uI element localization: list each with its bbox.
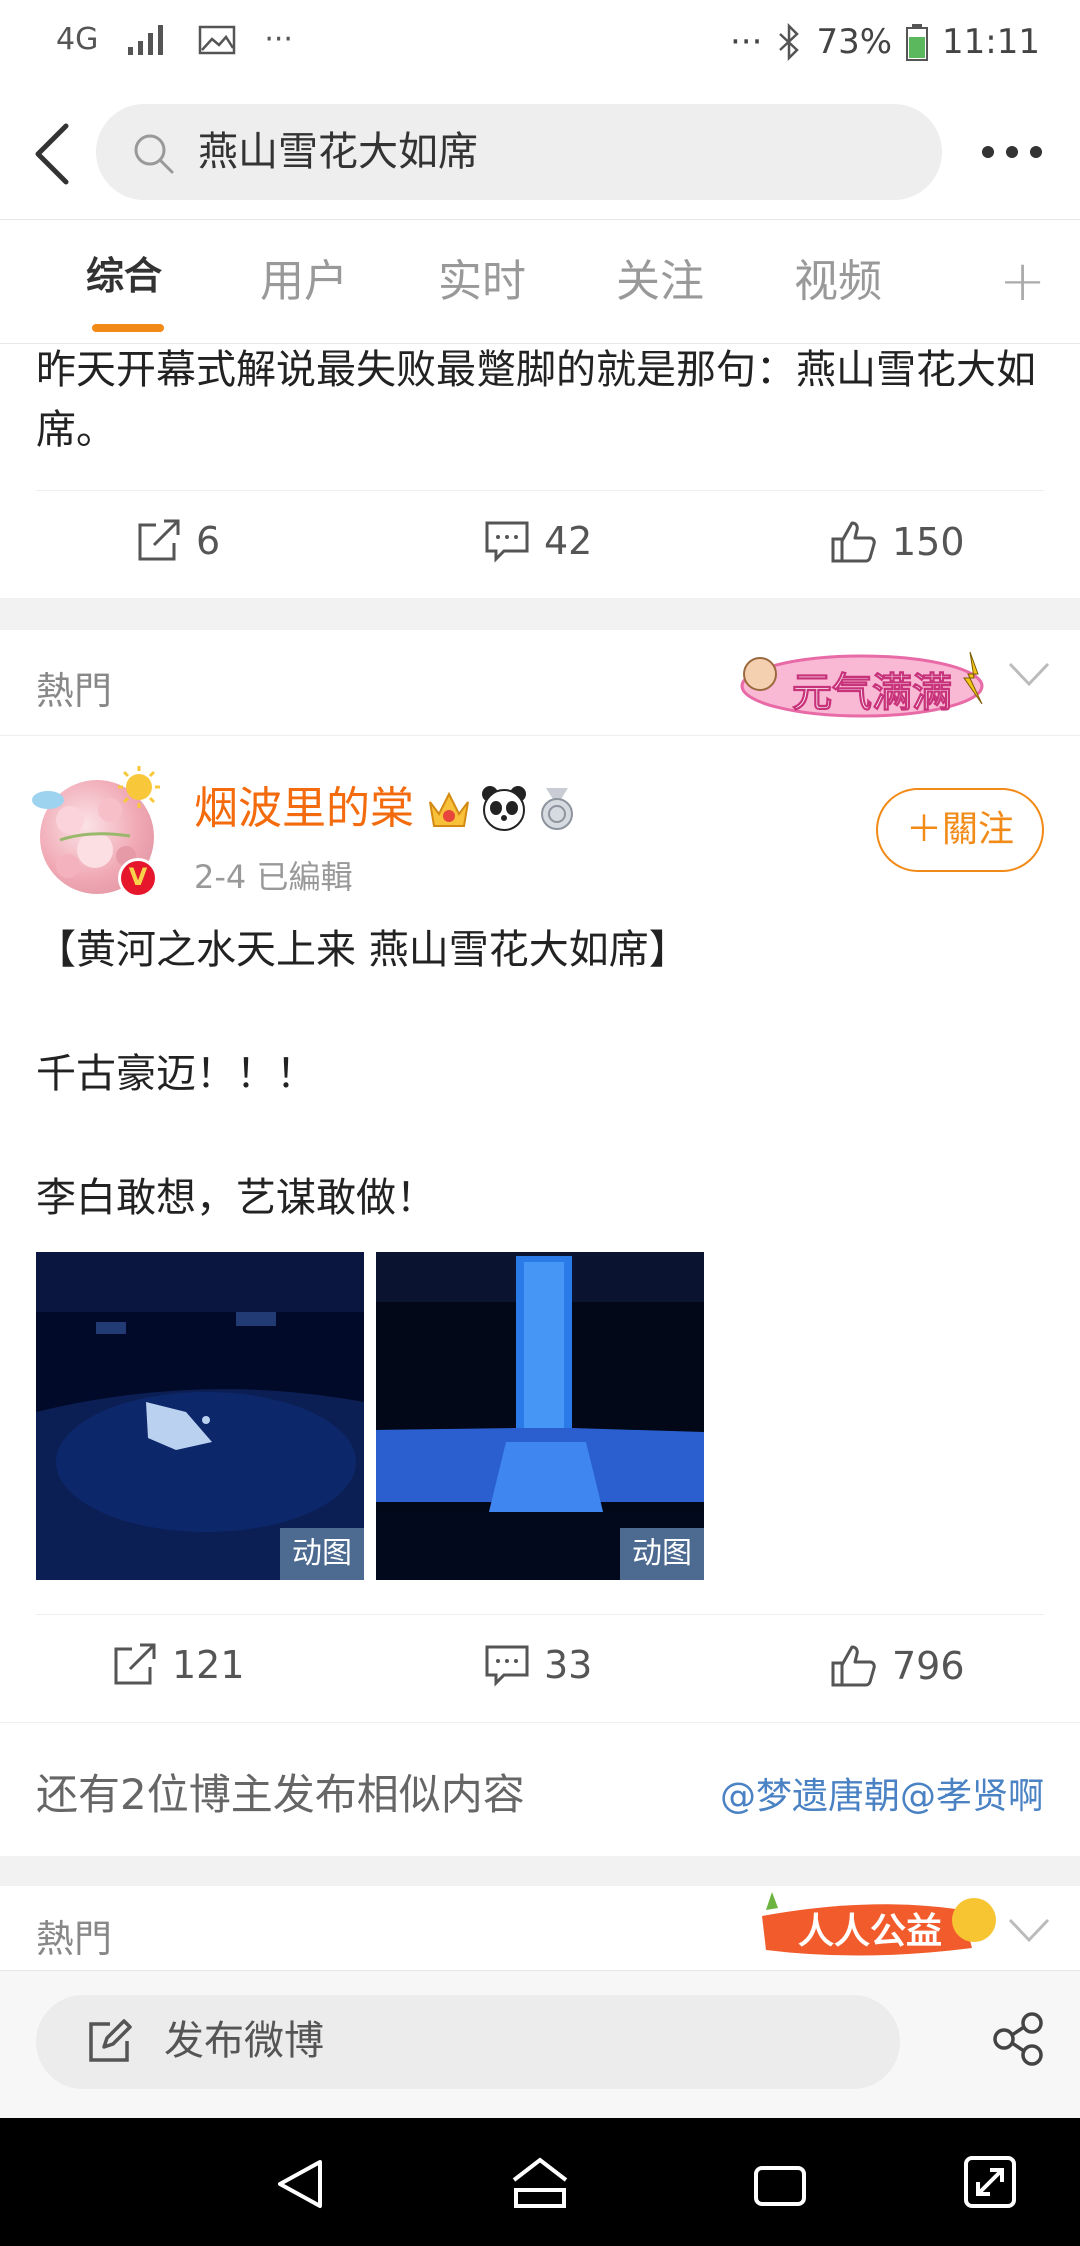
- home-icon: [512, 2157, 568, 2208]
- clock: 11:11: [942, 22, 1040, 62]
- post-image-2[interactable]: 动图: [376, 1252, 704, 1580]
- nav-expand-button[interactable]: [962, 2154, 1018, 2210]
- username[interactable]: 烟波里的棠: [194, 778, 414, 840]
- gif-label: 动图: [620, 1528, 704, 1580]
- hot-section-bar: 熱門 元气满满: [0, 630, 1080, 736]
- tab-realtime[interactable]: 实时: [438, 254, 526, 310]
- repost-icon: [114, 1643, 156, 1685]
- dot: [1006, 146, 1018, 158]
- network-indicator: 4G: [56, 22, 99, 57]
- hot-section-bar: 熱門 人人公益: [0, 1886, 1080, 1970]
- hot-badge-banner: 人人公益: [752, 1886, 1002, 1966]
- like-count: 796: [892, 1644, 965, 1688]
- comment-button[interactable]: 33: [484, 1643, 592, 1687]
- signal-icon: [126, 23, 170, 57]
- status-bar: 4G ··· ··· 73% 11:11: [0, 0, 1080, 90]
- panda-icon: [480, 784, 528, 832]
- comment-icon: [485, 1645, 529, 1687]
- search-icon: [132, 132, 176, 176]
- edit-icon: [86, 2019, 132, 2065]
- tab-users[interactable]: 用户: [260, 254, 348, 310]
- triangle-back-icon: [278, 2160, 322, 2208]
- crown-badge-icon: [426, 786, 472, 832]
- similar-posts-users[interactable]: @梦遗唐朝@孝贤啊: [720, 1767, 1044, 1819]
- post-image-1[interactable]: 动图: [36, 1252, 364, 1580]
- chevron-down-icon[interactable]: [1008, 1916, 1050, 1946]
- hot-badge-banner: 元气满满: [732, 644, 1002, 724]
- medal-icon: [536, 786, 578, 832]
- recents-icon: [754, 2166, 806, 2206]
- comment-count: 42: [544, 519, 593, 563]
- more-dots: ···: [264, 22, 293, 57]
- compose-input[interactable]: 发布微博: [36, 1995, 900, 2089]
- battery-percent: 73%: [816, 22, 893, 62]
- like-icon: [831, 1645, 876, 1687]
- battery-icon: [906, 23, 929, 61]
- hot-badge-text: 人人公益: [798, 1911, 943, 1952]
- comment-count: 33: [544, 1643, 593, 1687]
- post-meta: 2-4 已編輯: [194, 858, 353, 896]
- section-gap: [0, 1856, 1080, 1886]
- post-text-line1: 【黄河之水天上来 燕山雪花大如席】: [36, 927, 689, 973]
- share-icon: [993, 2012, 1043, 2066]
- hot-label: 熱門: [36, 669, 113, 713]
- similar-posts-text: 还有2位博主发布相似内容: [36, 1770, 525, 1819]
- tab-following[interactable]: 关注: [616, 254, 704, 310]
- back-arrow-icon: [35, 123, 69, 185]
- post-text: 昨天开幕式解说最失败最蹩脚的就是那句：燕山雪花大如席。: [36, 347, 1036, 453]
- comment-button[interactable]: 42: [484, 519, 592, 563]
- repost-count: 6: [196, 519, 221, 563]
- more-options-button[interactable]: [982, 146, 1042, 158]
- tab-video[interactable]: 视频: [794, 254, 882, 310]
- expand-icon: [964, 2156, 1016, 2208]
- hot-badge-text: 元气满满: [792, 670, 953, 717]
- bluetooth-icon: [776, 23, 802, 61]
- tab-bar: 综合 用户 实时 关注 视频 +: [0, 220, 1080, 344]
- post-text-line2: 千古豪迈！！！: [36, 1051, 316, 1097]
- search-header: 燕山雪花大如席: [0, 90, 1080, 220]
- comment-icon: [485, 521, 529, 563]
- like-button[interactable]: 150: [830, 519, 965, 565]
- active-tab-indicator: [92, 324, 164, 332]
- like-icon: [831, 521, 876, 563]
- nav-home-button[interactable]: [510, 2154, 570, 2210]
- system-nav-bar: [0, 2118, 1080, 2246]
- share-button[interactable]: [990, 2011, 1046, 2067]
- compose-bar: 发布微博: [0, 1970, 1080, 2118]
- verified-badge-icon: V: [118, 858, 158, 898]
- repost-button[interactable]: 6: [136, 519, 220, 563]
- dot: [982, 146, 994, 158]
- post-actions: 6 42 150: [36, 490, 1044, 600]
- add-tab-button[interactable]: +: [999, 254, 1046, 310]
- sun-icon: [116, 764, 162, 810]
- repost-count: 121: [172, 1643, 245, 1687]
- post-text-line3: 李白敢想，艺谋敢做！: [36, 1175, 436, 1221]
- post-actions: 121 33 796: [36, 1614, 1044, 1724]
- search-query: 燕山雪花大如席: [198, 129, 478, 175]
- more-dots: ···: [730, 22, 763, 62]
- compose-placeholder: 发布微博: [164, 2018, 324, 2064]
- similar-posts-bar[interactable]: 还有2位博主发布相似内容 @梦遗唐朝@孝贤啊: [0, 1722, 1080, 1856]
- back-button[interactable]: [24, 118, 94, 188]
- nav-recents-button[interactable]: [752, 2158, 808, 2210]
- tab-comprehensive[interactable]: 综合: [86, 248, 162, 304]
- gif-label: 动图: [280, 1528, 364, 1580]
- repost-icon: [138, 519, 180, 561]
- dot: [1030, 146, 1042, 158]
- nav-back-button[interactable]: [272, 2156, 328, 2212]
- follow-button[interactable]: ＋關注: [876, 788, 1044, 872]
- search-field[interactable]: 燕山雪花大如席: [96, 104, 942, 200]
- section-gap: [0, 598, 1080, 630]
- repost-button[interactable]: 121: [112, 1643, 245, 1687]
- chevron-down-icon[interactable]: [1008, 660, 1050, 690]
- like-count: 150: [892, 520, 965, 564]
- like-button[interactable]: 796: [830, 1643, 965, 1689]
- hot-label: 熱門: [36, 1917, 113, 1961]
- image-icon: [198, 24, 236, 56]
- cloud-icon: [30, 784, 66, 810]
